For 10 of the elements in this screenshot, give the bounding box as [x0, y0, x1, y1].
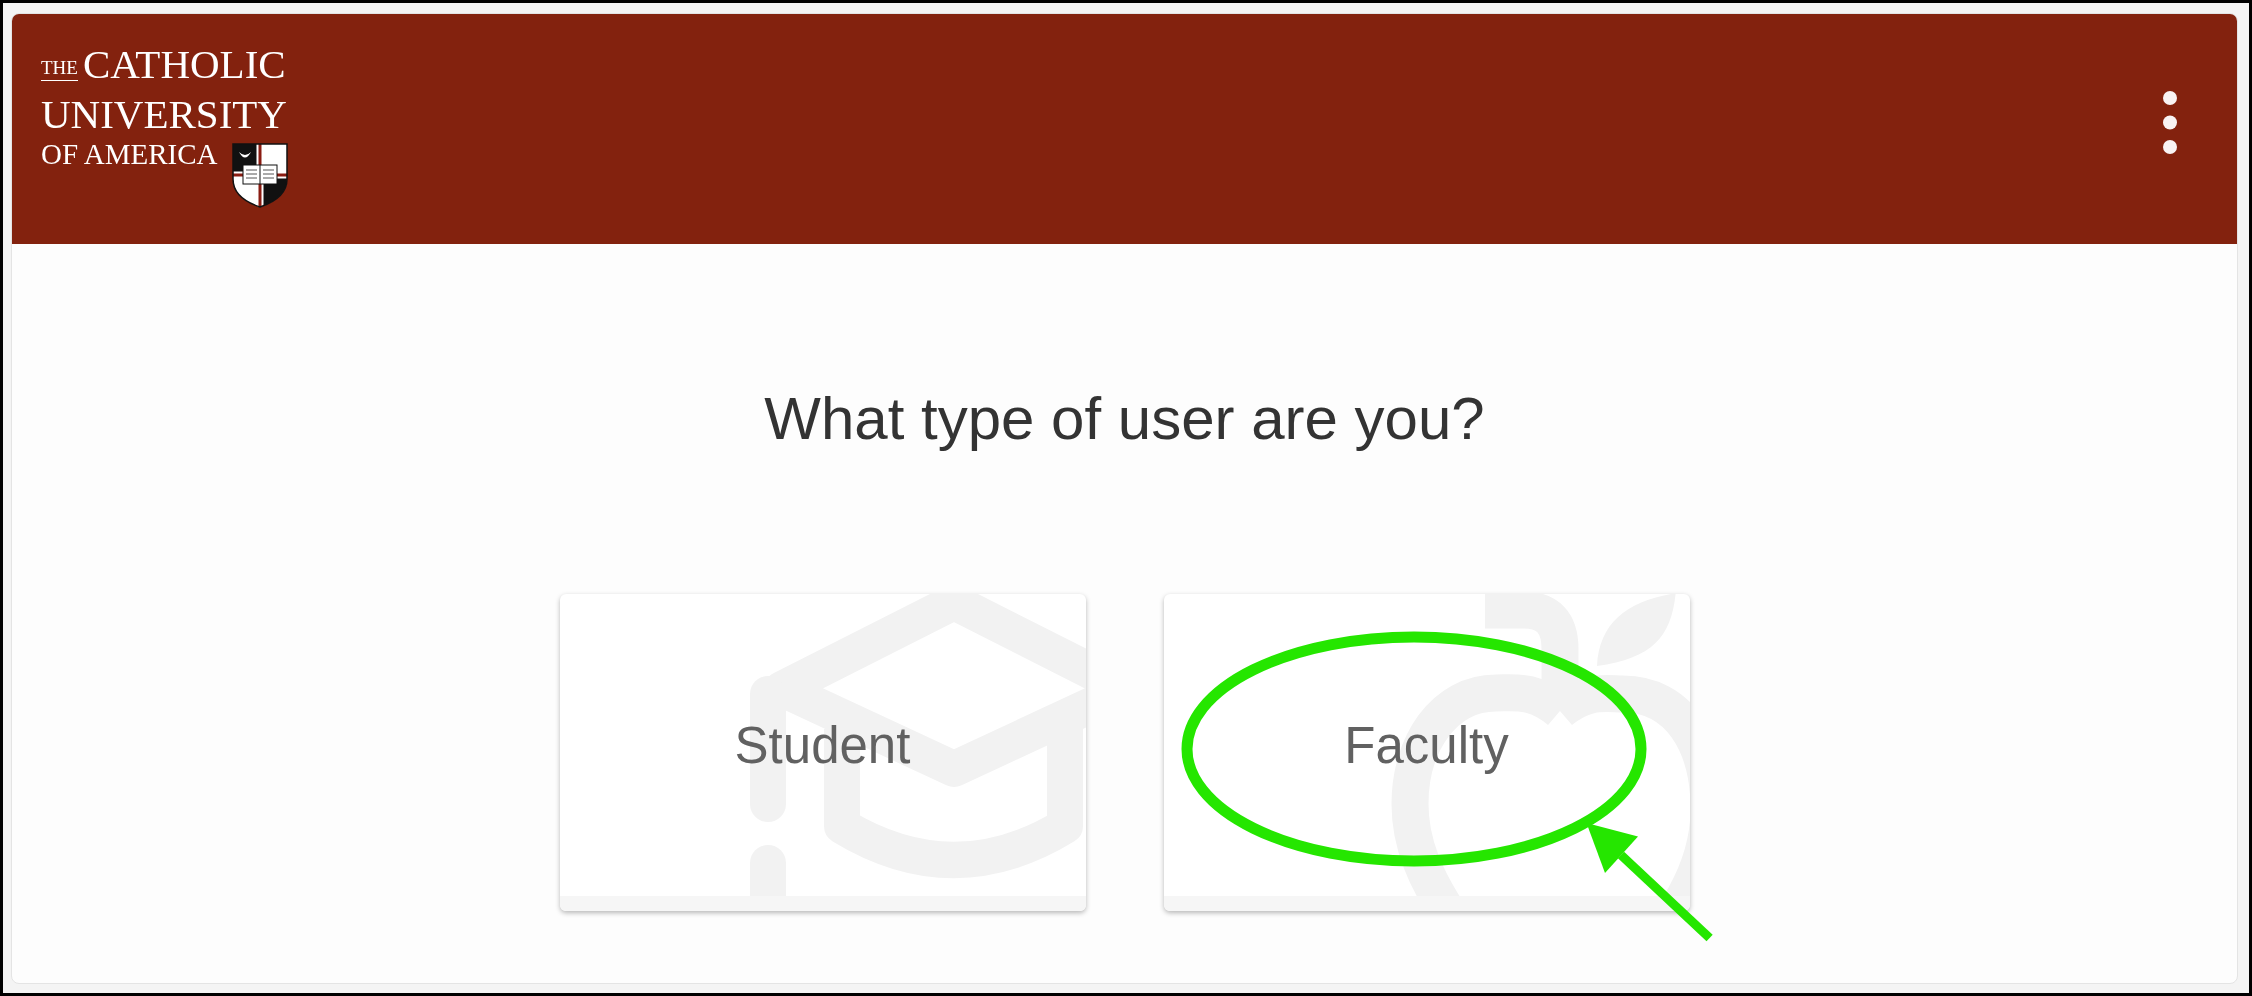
shield-icon — [232, 143, 289, 208]
user-type-card[interactable]: Faculty — [1163, 594, 1690, 911]
more-options-button[interactable] — [2163, 91, 2177, 154]
logo-text: UNIVERSITY — [41, 94, 287, 135]
kebab-menu-icon — [2163, 91, 2177, 154]
logo-text: CATHOLIC — [82, 44, 286, 85]
logo-prefix: THE — [41, 58, 78, 81]
logo-text: OF AMERICA — [41, 140, 218, 169]
prompt-heading: What type of user are you? — [764, 389, 1485, 449]
user-type-card[interactable]: Student — [559, 594, 1086, 911]
